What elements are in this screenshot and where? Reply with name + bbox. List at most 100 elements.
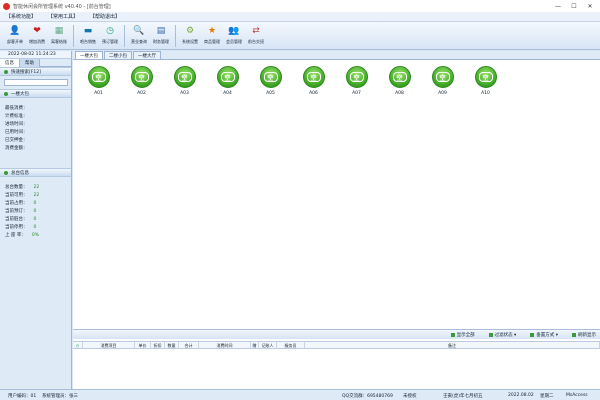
grid-corner-icon: ◷ — [73, 342, 83, 349]
tab-info[interactable]: 信息 — [0, 59, 20, 67]
col-remark[interactable]: 备注 — [305, 342, 600, 349]
area-info-header: 一楼大包 — [0, 89, 71, 98]
tab-help[interactable]: 帮助 — [20, 59, 40, 67]
gear-icon: ⚙ — [185, 26, 195, 36]
bar-sales-button[interactable]: ▬ 吧台销售 — [77, 22, 99, 50]
table-status-icon: 空 — [130, 66, 153, 88]
table-tile[interactable]: 空 A10 — [464, 63, 507, 103]
quick-search-input[interactable] — [4, 79, 68, 86]
table-tile[interactable]: 空 A02 — [120, 63, 163, 103]
table-tile[interactable]: 空 A04 — [206, 63, 249, 103]
grid-header: ◷ 消费项目 单价 折扣 数量 合计 消费时间 赠 记账人 服务员 备注 — [73, 341, 600, 349]
show-all-button[interactable]: 显示全部 — [450, 332, 475, 338]
col-gift[interactable]: 赠 — [251, 342, 259, 349]
table-actions-bar: 显示全部 过滤状态 ▾ 垂置方式 ▾ 刷新显示 — [73, 329, 600, 339]
stat-row: 当前预订： 0 — [5, 208, 37, 215]
toolbar-divider — [124, 25, 125, 47]
menu-tools[interactable]: 【常用工具】 — [48, 13, 78, 20]
table-status-icon: 空 — [216, 66, 239, 88]
stat-row: 总台数量： 22 — [5, 184, 40, 191]
toolbar-divider — [175, 25, 176, 47]
menu-help[interactable]: 【帮助退出】 — [90, 13, 120, 20]
maximize-icon[interactable]: ☐ — [566, 0, 582, 12]
minimize-icon[interactable]: — — [550, 0, 566, 12]
reservation-icon: ◷ — [106, 26, 114, 36]
min-consume-label: 最低消费： — [5, 106, 28, 111]
table-status-icon: 空 — [302, 66, 325, 88]
entry-time-label: 进场时间： — [5, 122, 28, 127]
lunar-date: 壬寅(虎)年七月初五 — [443, 394, 483, 399]
app-logo-icon — [3, 2, 10, 10]
members-button[interactable]: 👥 会员管理 — [223, 22, 245, 50]
col-time[interactable]: 消费时间 — [199, 342, 251, 349]
table-tile[interactable]: 空 A08 — [378, 63, 421, 103]
finance-icon: ▤ — [156, 26, 166, 36]
deposit-label: 已交押金： — [5, 138, 28, 143]
col-item[interactable]: 消费项目 — [83, 342, 135, 349]
search-icon: 🔍 — [133, 26, 145, 36]
col-recorder[interactable]: 记账人 — [259, 342, 277, 349]
total-info-header: 总台信息 — [0, 168, 71, 177]
table-status-icon: 空 — [173, 66, 196, 88]
stat-row: 当前占用： 0 — [5, 200, 37, 207]
menu-bar: 【系统功能】 【常用工具】 【帮助退出】 — [0, 12, 600, 22]
menu-system[interactable]: 【系统功能】 — [6, 13, 36, 20]
add-consume-button[interactable]: ❤ 增加消费 — [26, 22, 48, 50]
used-time-label: 已用时间： — [5, 130, 28, 135]
stat-row: 当前可用： 22 — [5, 192, 40, 199]
license-status: 未授权 — [403, 394, 417, 399]
col-discount[interactable]: 折扣 — [151, 342, 165, 349]
current-datetime: 2022-08-02 11:24:23 — [0, 51, 71, 59]
left-tabs: 信息 帮助 — [0, 59, 71, 67]
tab-area-2[interactable]: 二楼小包 — [104, 51, 132, 59]
table-tile[interactable]: 空 A03 — [163, 63, 206, 103]
arrange-icon — [530, 332, 535, 337]
section-bullet-icon — [4, 170, 8, 175]
system-settings-button[interactable]: ⚙ 系统设置 — [179, 22, 201, 50]
refresh-button[interactable]: 刷新显示 — [572, 332, 596, 338]
status-bar: 用户编码：01 系统管理员：张三 QQ交流群：695480769 未授权 壬寅(… — [0, 389, 600, 400]
col-waiter[interactable]: 服务员 — [277, 342, 305, 349]
star-icon: ★ — [207, 26, 217, 36]
weekday: 星期二 — [540, 394, 554, 399]
billing-standard-label: 计费标准： — [5, 114, 28, 119]
reservation-button[interactable]: ◷ 预订管理 — [99, 22, 121, 50]
add-consume-icon: ❤ — [33, 26, 41, 36]
table-tile[interactable]: 空 A01 — [77, 63, 120, 103]
col-quantity[interactable]: 数量 — [165, 342, 179, 349]
filter-status-button[interactable]: 过滤状态 ▾ — [488, 332, 516, 338]
current-date: 2022.08.02 — [508, 393, 534, 398]
table-info: 最低消费： 计费标准： 进场时间： 已用时间： 已交押金： 消费金额： — [0, 98, 71, 168]
stat-row: 当前脏台： 0 — [5, 216, 37, 223]
finance-button[interactable]: ▤ 财务管理 — [150, 22, 172, 50]
handover-button[interactable]: ⇄ 前台交班 — [245, 22, 267, 50]
tab-area-1[interactable]: 一楼大包 — [75, 51, 103, 59]
checkout-icon: ▦ — [54, 26, 64, 36]
arrange-mode-button[interactable]: 垂置方式 ▾ — [530, 332, 558, 338]
section-bullet-icon — [4, 91, 8, 96]
checkout-button[interactable]: ▦ 离客结账 — [48, 22, 70, 50]
goods-button[interactable]: ★ 商品管理 — [201, 22, 223, 50]
members-icon: 👥 — [228, 26, 240, 36]
user-code: 用户编码：01 — [8, 394, 37, 399]
operator-name: 系统管理员：张三 — [42, 394, 78, 399]
close-icon[interactable]: ✕ — [582, 0, 598, 12]
table-grid: 空 A01 空 A02 空 A03 空 A04 空 A05 空 A06 空 A07 空 A08 … — [77, 63, 507, 103]
window-controls: — ☐ ✕ — [550, 0, 598, 12]
business-query-button[interactable]: 🔍 营业查询 — [128, 22, 150, 50]
tab-area-3[interactable]: 一楼大厅 — [133, 51, 161, 59]
total-stats: 总台数量： 22 当前可用： 22 当前占用： 0 当前预订： 0 当前脏台： 0 当前停… — [0, 177, 71, 242]
stat-row: 上 座 率： 0% — [5, 232, 40, 239]
col-total[interactable]: 合计 — [179, 342, 199, 349]
table-tile[interactable]: 空 A07 — [335, 63, 378, 103]
open-table-button[interactable]: 👤 部客开单 — [4, 22, 26, 50]
consume-grid: ◷ 消费项目 单价 折扣 数量 合计 消费时间 赠 记账人 服务员 备注 — [73, 341, 600, 389]
toolbar: 👤 部客开单 ❤ 增加消费 ▦ 离客结账 ▬ 吧台销售 ◷ 预订管理 🔍 营业查询 ▤ 财务管… — [0, 22, 600, 50]
title-bar: 智能休闲会所管理系统 v40.40 - [前台管理] — ☐ ✕ — [0, 0, 600, 12]
table-tile[interactable]: 空 A09 — [421, 63, 464, 103]
col-price[interactable]: 单价 — [135, 342, 151, 349]
table-tile[interactable]: 空 A06 — [292, 63, 335, 103]
table-tile[interactable]: 空 A05 — [249, 63, 292, 103]
section-bullet-icon — [4, 69, 8, 74]
toolbar-divider — [73, 25, 74, 47]
